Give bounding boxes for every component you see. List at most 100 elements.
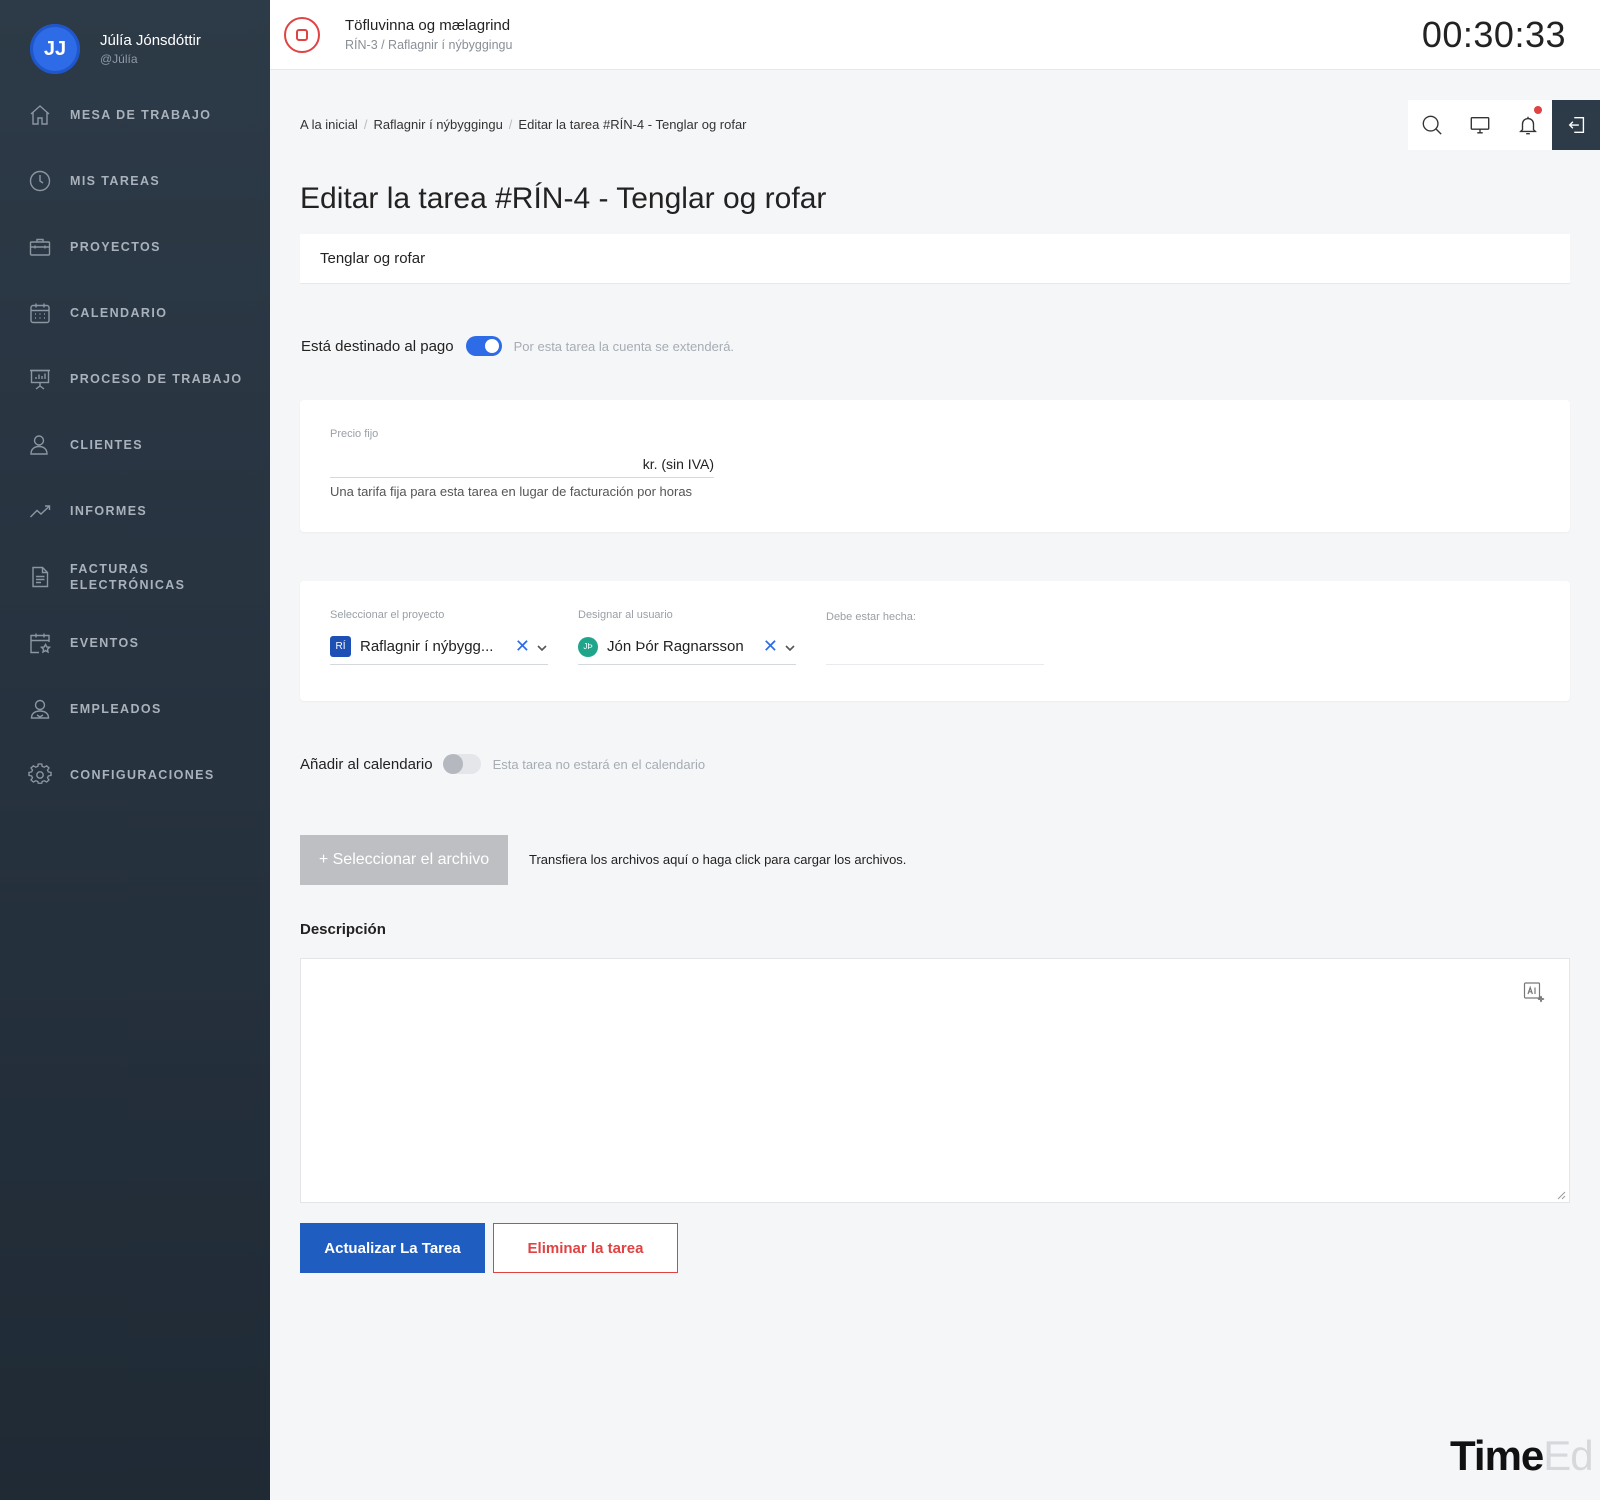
search-icon [1422, 115, 1442, 135]
sidebar-item-eventos[interactable]: EVENTOS [0, 610, 270, 676]
breadcrumb-home[interactable]: A la inicial [300, 117, 358, 132]
running-task-subtitle: RÍN-3 / Raflagnir í nýbyggingu [345, 38, 513, 52]
brand-logo: TimeEd [1450, 1432, 1594, 1480]
sidebar-item-label: EMPLEADOS [70, 702, 162, 716]
assignment-card: Seleccionar el proyecto RÍ Raflagnir í n… [300, 581, 1570, 701]
sidebar-item-label: MESA DE TRABAJO [70, 108, 212, 122]
document-icon [32, 566, 49, 588]
sidebar-item-clientes[interactable]: CLIENTES [0, 412, 270, 478]
project-chevron-down-icon[interactable] [536, 641, 548, 653]
header-toolbar [1408, 100, 1600, 150]
file-drop-hint[interactable]: Transfiera los archivos aquí o haga clic… [529, 852, 906, 867]
sidebar: JJ Júlía Jónsdóttir @Júlía MESA DE TRABA… [0, 0, 270, 1500]
notification-dot [1534, 106, 1542, 114]
user-select-value: Jón Þór Ragnarsson [607, 638, 744, 655]
trend-icon [30, 505, 51, 518]
fixed-price-input[interactable]: kr. (sin IVA) [330, 450, 714, 478]
monitor-button[interactable] [1456, 100, 1504, 150]
due-date-field[interactable]: Debe estar hecha: [826, 611, 1044, 665]
sidebar-item-label: CLIENTES [70, 438, 144, 452]
breadcrumb-current: Editar la tarea #RÍN-4 - Tenglar og rofa… [518, 117, 747, 132]
sidebar-item-mesa-de-trabajo[interactable]: MESA DE TRABAJO [0, 82, 270, 148]
update-task-button[interactable]: Actualizar La Tarea [300, 1223, 485, 1273]
stop-timer-button[interactable] [284, 17, 320, 53]
calendar-label: Añadir al calendario [300, 755, 433, 773]
sidebar-item-facturas-electronicas[interactable]: FACTURAS ELECTRÓNICAS [0, 544, 270, 610]
calendar-icon [30, 303, 50, 324]
project-badge: RÍ [330, 636, 351, 657]
sidebar-item-configuraciones[interactable]: CONFIGURACIONES [0, 742, 270, 808]
sidebar-item-proyectos[interactable]: PROYECTOS [0, 214, 270, 280]
running-task-title: Töfluvinna og mælagrind [345, 17, 511, 34]
payment-toggle[interactable] [465, 336, 502, 356]
resize-grip-icon[interactable] [1556, 1190, 1566, 1200]
users-icon [30, 699, 50, 719]
due-date-input[interactable] [826, 631, 1044, 665]
ai-assist-icon[interactable] [1522, 980, 1546, 1004]
presentation-icon [30, 369, 50, 390]
clock-icon [29, 170, 51, 192]
search-button[interactable] [1408, 100, 1456, 150]
due-date-label: Debe estar hecha: [826, 611, 916, 623]
fixed-price-field[interactable]: Precio fijo kr. (sin IVA) Una tarifa fij… [330, 428, 714, 499]
logout-icon [1568, 116, 1585, 134]
breadcrumb-separator: / [508, 117, 513, 132]
sidebar-item-empleados[interactable]: EMPLEADOS [0, 676, 270, 742]
timer-clock: 00:30:33 [1421, 14, 1566, 55]
user-badge: JÞ [578, 636, 598, 657]
user-handle: @Júlía [100, 52, 138, 66]
sidebar-item-proceso-de-trabajo[interactable]: PROCESO DE TRABAJO [0, 346, 270, 412]
page-title: Editar la tarea #RÍN-4 - Tenglar og rofa… [300, 182, 827, 215]
fixed-price-label: Precio fijo [330, 428, 379, 440]
calendar-row: Añadir al calendario Esta tarea no estar… [300, 754, 705, 774]
price-card: Precio fijo kr. (sin IVA) Una tarifa fij… [300, 400, 1570, 532]
sidebar-item-label: MIS TAREAS [70, 174, 161, 188]
description-label: Descripción [300, 921, 386, 938]
project-select[interactable]: Seleccionar el proyecto RÍ Raflagnir í n… [330, 609, 548, 665]
stop-icon [296, 29, 308, 41]
user-select-label: Designar al usuario [578, 609, 673, 621]
project-select-value: Raflagnir í nýbygg... [360, 638, 494, 655]
breadcrumb-separator: / [363, 117, 368, 132]
sidebar-item-label: FACTURAS ELECTRÓNICAS [70, 562, 186, 592]
payment-row: Está destinado al pago Por esta tarea la… [301, 336, 734, 356]
running-task[interactable]: Töfluvinna og mælagrind RÍN-3 / Raflagni… [345, 17, 512, 52]
user-chevron-down-icon[interactable] [784, 641, 796, 653]
sidebar-item-informes[interactable]: INFORMES [0, 478, 270, 544]
user-icon [30, 435, 48, 455]
calendar-toggle[interactable] [442, 754, 481, 774]
sidebar-item-label: PROCESO DE TRABAJO [70, 372, 243, 386]
logout-button[interactable] [1552, 100, 1600, 150]
user-profile[interactable]: JJ Júlía Jónsdóttir @Júlía [30, 24, 201, 74]
user-select[interactable]: Designar al usuario JÞ Jón Þór Ragnarsso… [578, 609, 796, 665]
top-bar: Töfluvinna og mælagrind RÍN-3 / Raflagni… [270, 0, 1600, 70]
sidebar-item-calendario[interactable]: CALENDARIO [0, 280, 270, 346]
fixed-price-suffix: kr. (sin IVA) [642, 455, 714, 472]
gear-icon [28, 763, 52, 784]
breadcrumb-project[interactable]: Raflagnir í nýbyggingu [373, 117, 502, 132]
payment-hint: Por esta tarea la cuenta se extenderá. [513, 338, 735, 354]
home-icon [30, 105, 50, 125]
avatar[interactable]: JJ [30, 24, 80, 74]
user-name: Júlía Jónsdóttir [100, 32, 201, 49]
monitor-icon [1470, 116, 1490, 134]
delete-task-button[interactable]: Eliminar la tarea [493, 1223, 678, 1273]
description-textarea[interactable] [300, 958, 1570, 1203]
sidebar-item-mis-tareas[interactable]: MIS TAREAS [0, 148, 270, 214]
project-clear-icon[interactable]: ✕ [515, 636, 530, 657]
sidebar-item-label: EVENTOS [70, 636, 140, 650]
task-name-input[interactable] [300, 234, 1570, 284]
calendar-star-icon [30, 633, 52, 654]
sidebar-nav: MESA DE TRABAJO MIS TAREAS PROYECTOS CAL… [0, 82, 270, 808]
sidebar-item-label: PROYECTOS [70, 240, 161, 254]
project-select-label: Seleccionar el proyecto [330, 609, 445, 621]
select-file-button[interactable]: + Seleccionar el archivo [300, 835, 508, 885]
brand-logo-light: Ed [1543, 1432, 1593, 1479]
fixed-price-help: Una tarifa fija para esta tarea en lugar… [330, 484, 693, 499]
notifications-button[interactable] [1504, 100, 1552, 150]
sidebar-item-label: INFORMES [70, 504, 148, 518]
user-clear-icon[interactable]: ✕ [763, 636, 778, 657]
calendar-hint: Esta tarea no estará en el calendario [492, 756, 706, 772]
breadcrumb: A la inicial / Raflagnir í nýbyggingu / … [300, 117, 747, 132]
brand-logo-bold: Time [1450, 1432, 1544, 1479]
